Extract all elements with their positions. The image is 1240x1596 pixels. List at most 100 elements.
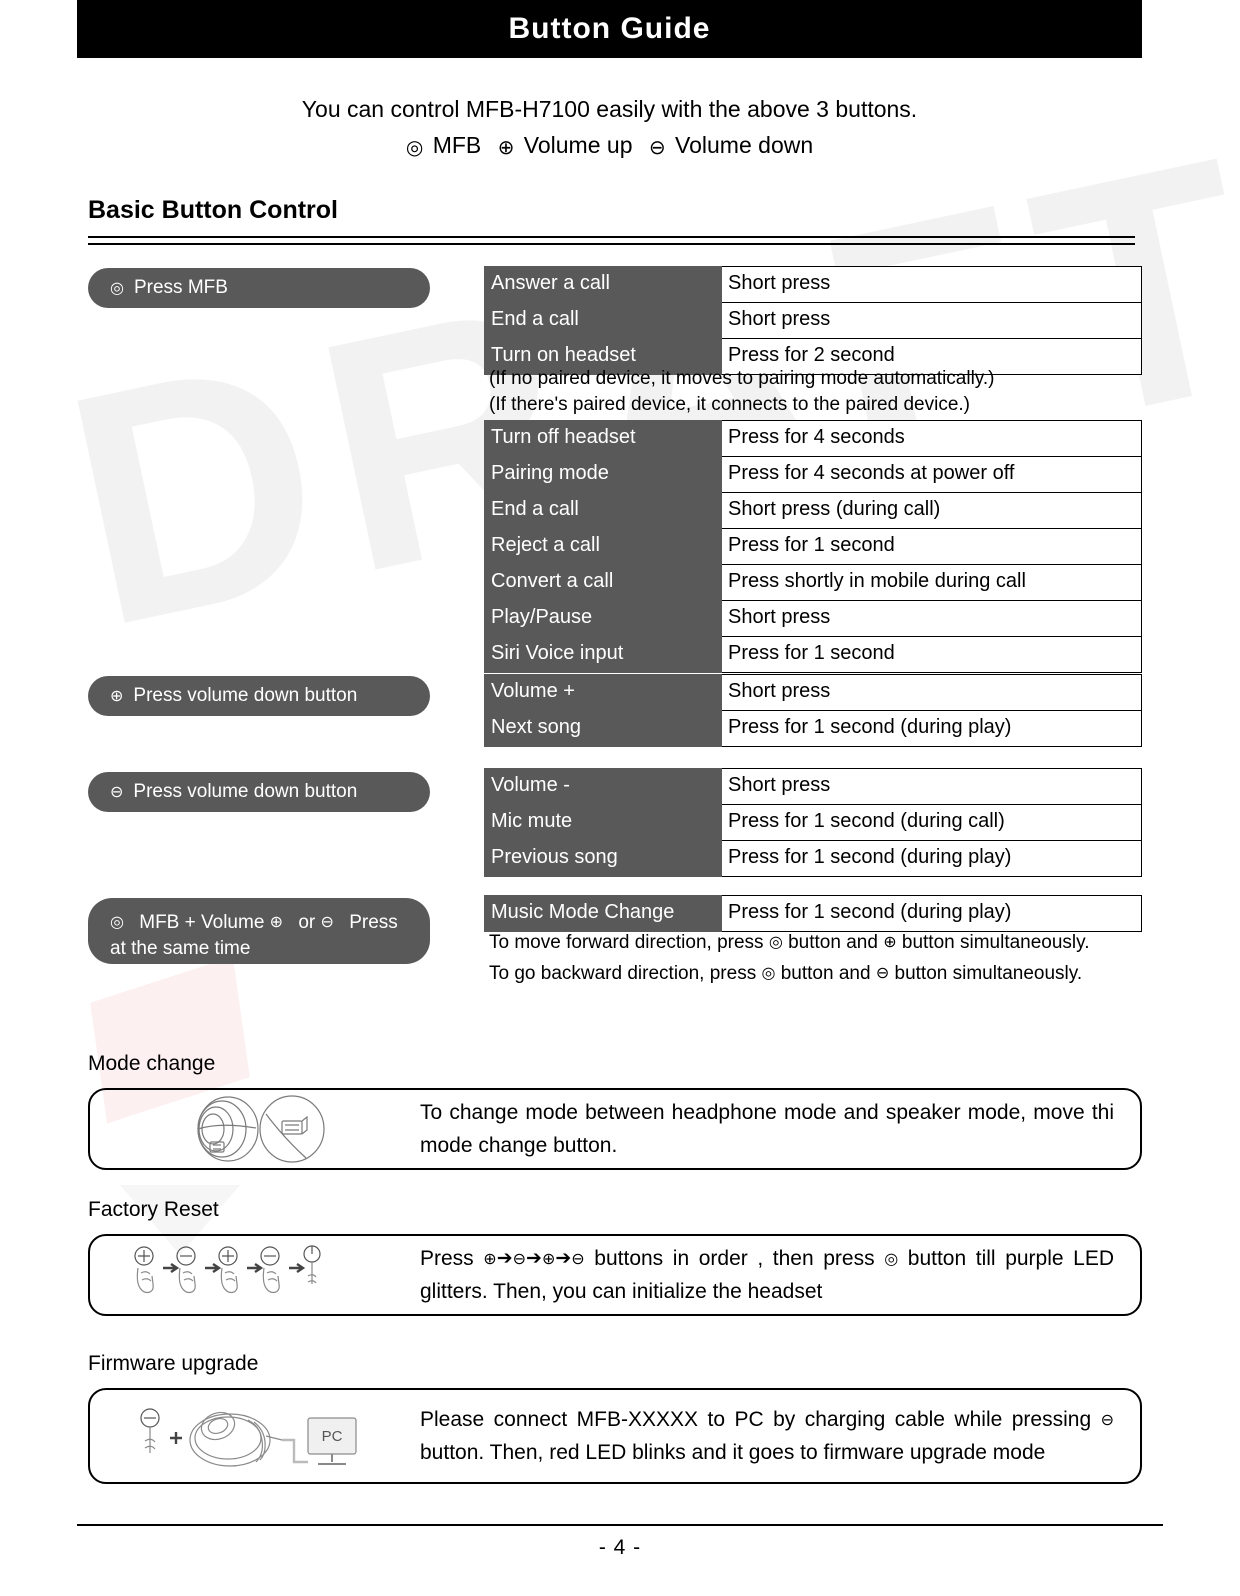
mfb-icon: ◎ [110,278,124,297]
music-mode-note-2: To go backward direction, press ◎ button… [489,961,1082,987]
pairing-note-1: (If no paired device, it moves to pairin… [489,368,995,389]
factory-reset-text: Press ⊕➔⊖➔⊕➔⊖ buttons in order , then pr… [420,1242,1140,1308]
arrow-icon: ➔ [555,1247,572,1269]
table-row: Turn off headset Press for 4 seconds [484,420,1142,457]
table-row: Volume + Short press [484,674,1142,711]
row-how: Short press [721,674,1142,711]
row-action: Next song [484,710,722,747]
pill-label-mid: or [298,912,316,933]
volume-down-icon: ⊖ [648,135,666,159]
pc-label: PC [322,1428,343,1445]
volume-up-icon: ⊕ [483,1249,497,1268]
mfb-icon: ◎ [110,912,124,931]
volume-up-icon: ⊕ [497,135,515,159]
mfb-icon: ◎ [761,963,776,982]
table-row: Play/Pause Short press [484,600,1142,637]
row-how: Short press [721,768,1142,805]
factory-reset-text-prefix: Press [420,1247,474,1270]
intro-block: You can control MFB-H7100 easily with th… [77,92,1142,164]
row-action: Volume - [484,768,722,805]
volume-up-icon: ⊕ [110,686,124,705]
row-how: Short press [721,600,1142,637]
firmware-upgrade-box: PC Please connect MFB-XXXXX to PC by cha… [88,1388,1142,1484]
music-mode-table: Music Mode Change Press for 1 second (du… [484,895,1142,932]
section-divider [88,236,1135,245]
pill-press-volume-up[interactable]: ⊕ Press volume down button [88,676,430,716]
row-how: Short press [721,302,1142,339]
table-row: Previous song Press for 1 second (during… [484,840,1142,877]
volume-up-icon: ⊕ [883,932,897,951]
volume-down-icon: ⊖ [320,912,334,931]
intro-line-1: You can control MFB-H7100 easily with th… [301,96,918,122]
firmware-text-prefix: Please connect MFB-XXXXX to PC by chargi… [420,1408,1092,1431]
factory-reset-heading: Factory Reset [88,1198,219,1221]
row-how: Press for 1 second (during play) [721,710,1142,747]
mfb-table-part1: Answer a call Short press End a call Sho… [484,266,1142,375]
intro-legend: ◎ MFB ⊕ Volume up ⊖ Volume down [77,126,1142,164]
note-mid: button and [780,963,871,984]
pill-press-mfb[interactable]: ◎ Press MFB [88,268,430,308]
volume-up-icon: ⊕ [269,912,284,931]
pill-label: Press volume down button [133,685,358,706]
table-row: Pairing mode Press for 4 seconds at powe… [484,456,1142,493]
pill-mfb-plus-volume[interactable]: ◎ MFB + Volume ⊕ or ⊖ Press at the same … [88,898,430,964]
row-action: Siri Voice input [484,636,722,673]
row-how: Press for 1 second [721,528,1142,565]
factory-reset-box: Press ⊕➔⊖➔⊕➔⊖ buttons in order , then pr… [88,1234,1142,1316]
row-action: Music Mode Change [484,895,722,932]
mode-change-box: To change mode between headphone mode an… [88,1088,1142,1170]
volume-down-icon: ⊖ [875,963,890,982]
pill-press-volume-down[interactable]: ⊖ Press volume down button [88,772,430,812]
firmware-upgrade-text: Please connect MFB-XXXXX to PC by chargi… [420,1403,1140,1469]
row-how: Press for 1 second (during play) [721,840,1142,877]
table-row: Music Mode Change Press for 1 second (du… [484,895,1142,932]
firmware-text-suffix: button. Then, red LED blinks and it goes… [420,1441,1046,1464]
row-action: Pairing mode [484,456,722,493]
mfb-legend-label: MFB [432,132,482,158]
arrow-icon: ➔ [496,1247,513,1269]
footer-divider [77,1524,1163,1526]
table-row: Answer a call Short press [484,266,1142,303]
row-action: Answer a call [484,266,722,303]
mode-change-heading: Mode change [88,1052,216,1075]
row-how: Press for 1 second (during call) [721,804,1142,841]
factory-reset-illustration [90,1240,420,1310]
firmware-upgrade-illustration: PC [90,1396,420,1476]
note-end: button simultaneously. [894,963,1083,984]
volume-down-icon: ⊖ [512,1249,527,1268]
mode-change-illustration [90,1092,420,1166]
row-action: Previous song [484,840,722,877]
row-how: Short press (during call) [721,492,1142,529]
table-row: Reject a call Press for 1 second [484,528,1142,565]
pill-label: Press MFB [133,277,228,298]
factory-reset-text-mid: buttons in order , then press [594,1247,875,1270]
row-action: Volume + [484,674,722,711]
table-row: End a call Short press [484,302,1142,339]
music-mode-note-1: To move forward direction, press ◎ butto… [489,930,1090,956]
section-heading: Basic Button Control [88,196,338,224]
mfb-icon: ◎ [405,135,424,159]
table-row: Siri Voice input Press for 1 second [484,636,1142,673]
table-row: Mic mute Press for 1 second (during call… [484,804,1142,841]
volume-down-icon: ⊖ [110,782,124,801]
row-action: Turn off headset [484,420,722,457]
row-how: Press for 4 seconds at power off [721,456,1142,493]
mfb-icon: ◎ [768,932,783,951]
volume-down-legend-label: Volume down [675,132,814,158]
firmware-upgrade-heading: Firmware upgrade [88,1352,259,1375]
pill-label: Press volume down button [133,781,358,802]
row-action: Play/Pause [484,600,722,637]
row-how: Short press [721,266,1142,303]
table-row: Volume - Short press [484,768,1142,805]
note-mid: button and [788,932,878,953]
mfb-table-part2: Turn off headset Press for 4 seconds Pai… [484,420,1142,673]
note-prefix: To move forward direction, press [489,932,764,953]
arrow-icon: ➔ [526,1247,542,1269]
note-end: button simultaneously. [901,932,1090,953]
row-how: Press for 4 seconds [721,420,1142,457]
row-action: Convert a call [484,564,722,601]
volume-up-legend-label: Volume up [523,132,633,158]
pill-label-line2: at the same time [110,938,251,959]
volume-up-table: Volume + Short press Next song Press for… [484,674,1142,747]
row-how: Press for 1 second [721,636,1142,673]
